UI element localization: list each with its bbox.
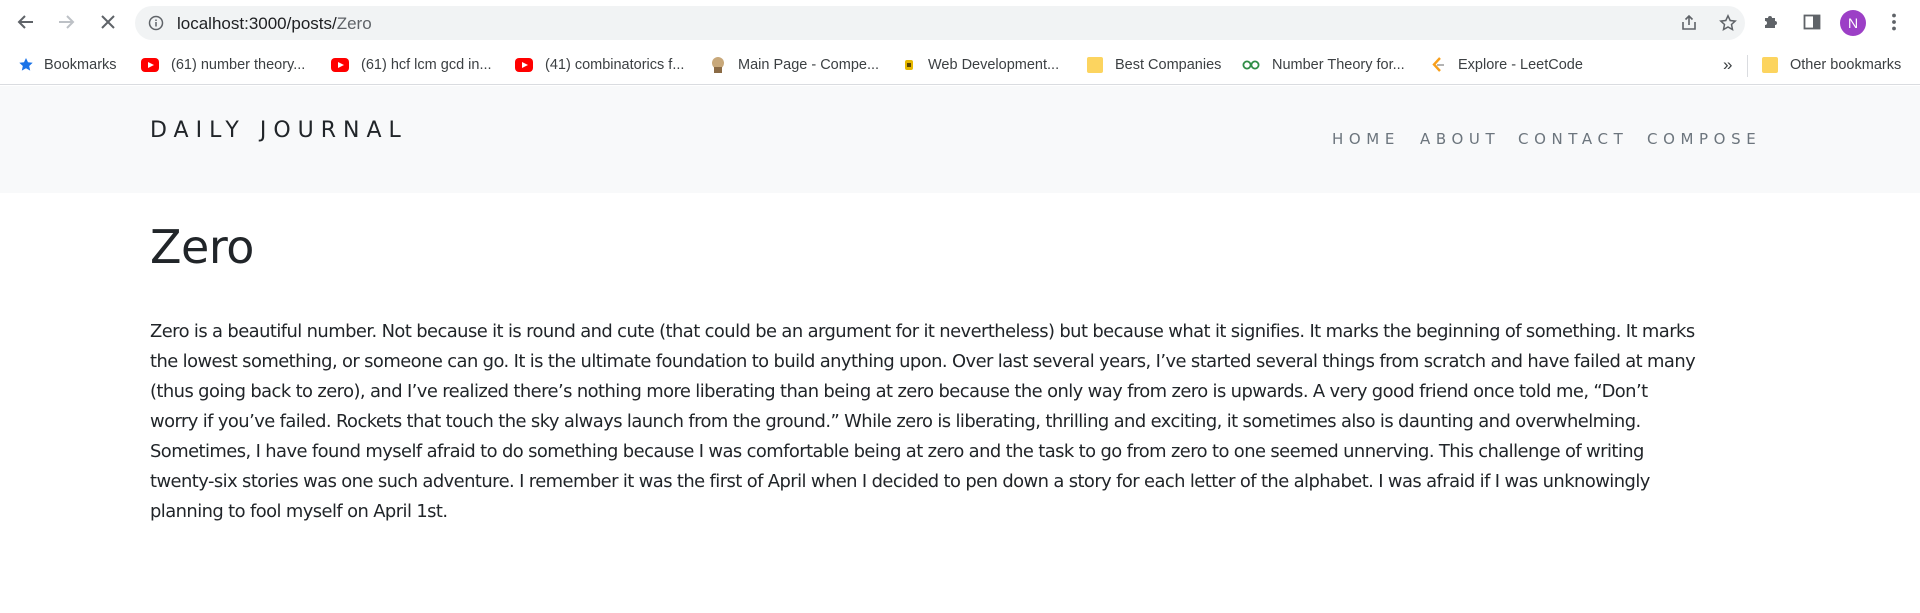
post-body: Zero is a beautiful number. Not because … [150,317,1770,527]
post-body-line: worry if you’ve failed. Rockets that tou… [150,411,1641,432]
side-panel-button[interactable] [1801,11,1823,33]
post-body-line: twenty-six stories was one such adventur… [150,471,1650,492]
post-body-line: Sometimes, I have found myself afraid to… [150,441,1644,462]
url-path: Zero [336,14,372,33]
folder-icon [1762,57,1778,73]
bookmark-label: (61) hcf lcm gcd in... [361,57,492,73]
bookmark-item[interactable]: Number Theory for... [1242,54,1405,76]
url-host: localhost:3000/posts/ [177,14,337,33]
bookmark-label: Main Page - Compe... [738,57,880,73]
youtube-icon [331,58,349,72]
bookmark-item[interactable]: Best Companies [1087,54,1221,76]
extensions-button[interactable] [1760,11,1782,33]
browser-toolbar: localhost:3000/posts/Zero N [0,0,1920,45]
youtube-icon [141,58,159,72]
bookmark-item[interactable]: Main Page - Compe... [710,54,879,76]
bookmark-item[interactable]: Bookmarks [18,54,117,76]
post-body-line: the lowest something, or someone can go.… [150,351,1696,372]
bookmark-label: (61) number theory... [171,57,306,73]
geeksforgeeks-icon [1242,60,1260,70]
url-text[interactable]: localhost:3000/posts/Zero [177,14,372,34]
nav-link-contact[interactable]: CONTACT [1518,130,1628,148]
bookmarks-divider [1747,55,1748,77]
folder-icon [1087,57,1103,73]
kebab-menu-icon [1892,13,1896,31]
other-bookmarks[interactable]: Other bookmarks [1762,54,1901,76]
youtube-icon [515,58,533,72]
post-title: Zero [150,220,254,274]
site-icon [905,60,913,70]
forward-button[interactable] [54,10,78,34]
puzzle-icon [1765,16,1777,28]
close-icon [101,15,115,29]
site-brand[interactable]: DAILY JOURNAL [150,118,408,143]
profile-avatar[interactable]: N [1840,10,1866,36]
bookmarks-bar: Bookmarks (61) number theory... (61) hcf… [0,45,1920,85]
bookmark-label: Number Theory for... [1272,57,1405,73]
arrow-right-icon [59,15,75,29]
post-body-line: Zero is a beautiful number. Not because … [150,321,1695,342]
stop-loading-button[interactable] [96,10,120,34]
nav-link-home[interactable]: HOME [1332,130,1400,148]
bookmarks-overflow-button[interactable]: » [1723,54,1732,76]
post-body-line: (thus going back to zero), and I’ve real… [150,381,1648,402]
site-icon [712,57,724,73]
bookmark-item[interactable]: (61) number theory... [141,54,305,76]
bookmark-label: Other bookmarks [1790,57,1902,73]
share-icon[interactable] [1680,14,1698,32]
bookmark-label: Explore - LeetCode [1458,57,1583,73]
bookmark-label: (41) combinatorics f... [545,57,685,73]
site-navbar: DAILY JOURNAL HOME ABOUT CONTACT COMPOSE [0,86,1920,193]
bookmark-label: Bookmarks [44,57,117,73]
bookmark-item[interactable]: (41) combinatorics f... [515,54,684,76]
bookmark-item[interactable]: Web Development... [902,54,1059,76]
menu-button[interactable] [1883,11,1905,33]
star-icon [19,58,33,71]
bookmark-label: Best Companies [1115,57,1222,73]
arrow-left-icon [17,15,33,29]
info-icon[interactable] [148,15,164,31]
star-icon[interactable] [1719,14,1737,32]
nav-link-compose[interactable]: COMPOSE [1647,130,1761,148]
address-bar[interactable]: localhost:3000/posts/Zero [135,6,1745,40]
bookmark-item[interactable]: Explore - LeetCode [1430,54,1583,76]
bookmark-label: Web Development... [928,57,1060,73]
leetcode-icon [1432,57,1444,72]
post-body-line: planning to fool myself on April 1st. [150,501,448,522]
bookmark-item[interactable]: (61) hcf lcm gcd in... [331,54,492,76]
side-panel-icon [1803,14,1821,30]
nav-link-about[interactable]: ABOUT [1420,130,1500,148]
back-button[interactable] [14,10,38,34]
